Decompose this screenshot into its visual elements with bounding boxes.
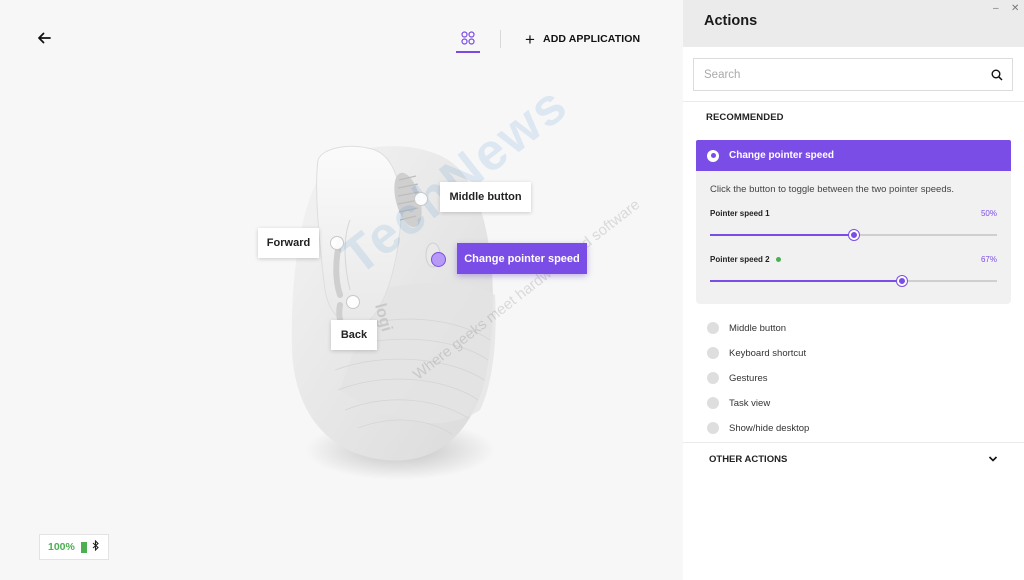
battery-percent: 100%: [48, 541, 75, 553]
radio-unselected: [707, 397, 719, 409]
panel-header: Actions – ✕: [683, 0, 1024, 47]
forward-callout-label: Forward: [266, 237, 311, 249]
action-change-pointer-speed[interactable]: Change pointer speed: [696, 140, 1011, 171]
selected-action-label: Change pointer speed: [729, 150, 835, 161]
action-gestures[interactable]: Gestures: [707, 370, 768, 386]
middle-button-hotspot[interactable]: [414, 192, 428, 206]
action-middle-button[interactable]: Middle button: [707, 320, 786, 336]
action-label: Show/hide desktop: [729, 422, 810, 434]
pointer-speed-2-slider[interactable]: [710, 276, 997, 286]
add-application-label: ADD APPLICATION: [543, 33, 641, 45]
search-box[interactable]: [693, 58, 1013, 91]
action-show-hide-desktop[interactable]: Show/hide desktop: [707, 420, 809, 436]
selected-radio: [707, 149, 719, 162]
pointer-speed-1-value: 50%: [980, 209, 997, 218]
battery-icon: [80, 541, 87, 553]
pointer-speed-1-slider[interactable]: [710, 230, 997, 240]
add-application-button[interactable]: + ADD APPLICATION: [525, 31, 640, 48]
slider-fill: [710, 234, 854, 236]
action-task-view[interactable]: Task view: [707, 395, 770, 411]
action-label: Gestures: [729, 372, 768, 384]
bluetooth-icon: [92, 539, 100, 554]
divider: [683, 101, 1024, 102]
pointer-speed-2-label: Pointer speed 2: [710, 255, 781, 264]
active-indicator-dot: [775, 257, 781, 262]
close-button[interactable]: ✕: [1011, 3, 1019, 14]
radio-unselected: [707, 347, 719, 359]
arrow-left-icon: [38, 32, 51, 44]
top-navigation: + ADD APPLICATION: [448, 24, 640, 54]
device-canvas: + ADD APPLICATION logi Where geeks meet …: [0, 0, 683, 580]
other-actions-label: OTHER ACTIONS: [709, 454, 788, 465]
action-keyboard-shortcut[interactable]: Keyboard shortcut: [707, 345, 806, 361]
action-details: Click the button to toggle between the t…: [696, 171, 1011, 304]
radio-unselected: [707, 372, 719, 384]
close-icon: ✕: [1011, 3, 1020, 14]
recommended-heading: RECOMMENDED: [706, 112, 784, 123]
back-button[interactable]: [34, 28, 54, 48]
forward-hotspot[interactable]: [330, 236, 344, 250]
other-actions-toggle[interactable]: OTHER ACTIONS: [683, 443, 1024, 476]
tab-devices[interactable]: [456, 25, 480, 53]
change-pointer-speed-callout[interactable]: Change pointer speed: [457, 243, 587, 274]
change-pointer-speed-callout-label: Change pointer speed: [464, 252, 580, 265]
slider-fill: [710, 280, 903, 282]
back-callout[interactable]: Back: [331, 320, 377, 350]
pointer-speed-2-value: 67%: [980, 255, 997, 264]
action-label: Task view: [729, 397, 771, 409]
back-callout-label: Back: [340, 329, 368, 341]
pointer-speed-2-text: Pointer speed 2: [710, 255, 770, 264]
pointer-speed-1-label: Pointer speed 1: [710, 209, 770, 218]
search-icon[interactable]: [991, 69, 1003, 81]
grid-icon: [461, 31, 475, 45]
plus-icon: +: [525, 29, 536, 49]
back-hotspot[interactable]: [346, 295, 360, 309]
middle-button-callout-label: Middle button: [449, 191, 522, 203]
panel-title: Actions: [704, 13, 758, 29]
change-pointer-speed-hotspot[interactable]: [431, 252, 446, 267]
radio-unselected: [707, 322, 719, 334]
action-label: Middle button: [729, 322, 787, 334]
middle-button-callout[interactable]: Middle button: [440, 182, 531, 212]
pointer-speed-1-text: Pointer speed 1: [710, 209, 770, 218]
nav-divider: [500, 30, 501, 48]
battery-status: 100%: [39, 534, 109, 560]
slider-thumb[interactable]: [848, 230, 859, 240]
actions-panel: Actions – ✕ RECOMMENDED Change pointer s…: [683, 0, 1024, 580]
chevron-down-icon: [988, 456, 998, 462]
minimize-button[interactable]: –: [993, 3, 999, 14]
search-input[interactable]: [704, 59, 974, 90]
action-description: Click the button to toggle between the t…: [710, 184, 954, 195]
action-label: Keyboard shortcut: [729, 347, 807, 359]
slider-thumb[interactable]: [897, 276, 908, 286]
radio-unselected: [707, 422, 719, 434]
forward-callout[interactable]: Forward: [258, 228, 319, 258]
